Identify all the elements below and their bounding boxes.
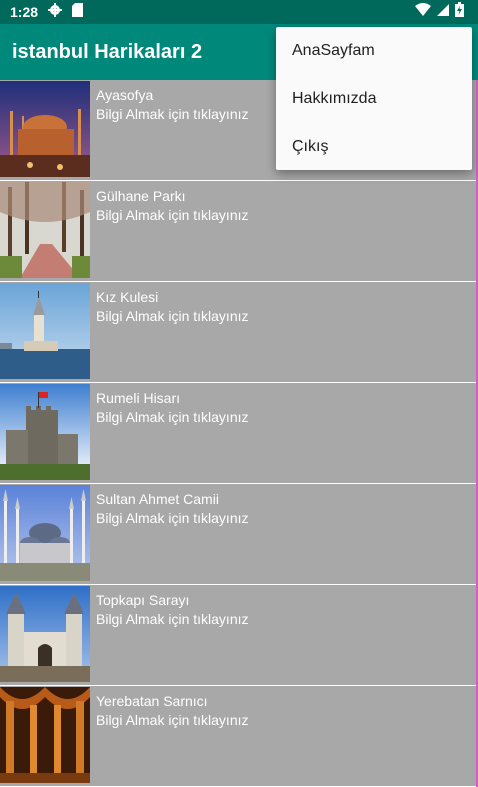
- rumeli-hisari-image: [0, 384, 90, 480]
- list-item-title: Yerebatan Sarnıcı: [96, 693, 208, 709]
- status-time: 1:28: [10, 4, 39, 20]
- list-item-subtitle: Bilgi Almak için tıklayınız: [96, 308, 249, 324]
- gulhane-park-image: [0, 182, 90, 278]
- battery-icon: [455, 2, 464, 22]
- list-item[interactable]: Topkapı Sarayı Bilgi Almak için tıklayın…: [0, 585, 476, 686]
- ayasofya-image: [0, 81, 90, 177]
- list-item-title: Sultan Ahmet Camii: [96, 491, 219, 507]
- sultan-ahmet-camii-image: [0, 485, 90, 581]
- list-item-subtitle: Bilgi Almak için tıklayınız: [96, 611, 249, 627]
- list-item-subtitle: Bilgi Almak için tıklayınız: [96, 207, 249, 223]
- list-item-title: Kız Kulesi: [96, 289, 159, 305]
- yerebatan-sarnici-image: [0, 687, 90, 783]
- overflow-menu: AnaSayfam Hakkımızda Çıkış: [276, 27, 472, 170]
- list-item[interactable]: Gülhane Parkı Bilgi Almak için tıklayını…: [0, 181, 476, 282]
- list-item[interactable]: Kız Kulesi Bilgi Almak için tıklayınız: [0, 282, 476, 383]
- sd-card-icon: [72, 2, 84, 22]
- list-item-title: Rumeli Hisarı: [96, 390, 181, 406]
- list-item[interactable]: Rumeli Hisarı Bilgi Almak için tıklayını…: [0, 383, 476, 484]
- menu-item-anasayfam[interactable]: AnaSayfam: [276, 27, 472, 75]
- list-item-subtitle: Bilgi Almak için tıklayınız: [96, 409, 249, 425]
- list-item[interactable]: Yerebatan Sarnıcı Bilgi Almak için tıkla…: [0, 686, 476, 787]
- wifi-icon: [415, 3, 431, 21]
- menu-item-hakkimizda[interactable]: Hakkımızda: [276, 75, 472, 123]
- kiz-kulesi-image: [0, 283, 90, 379]
- list-item-title: Topkapı Sarayı: [96, 592, 190, 608]
- list-item-subtitle: Bilgi Almak için tıklayınız: [96, 712, 249, 728]
- list-item-title: Gülhane Parkı: [96, 188, 186, 204]
- list-item-title: Ayasofya: [96, 87, 154, 103]
- list-item-subtitle: Bilgi Almak için tıklayınız: [96, 106, 249, 122]
- app-title: istanbul Harikaları 2: [12, 40, 203, 63]
- list-item-subtitle: Bilgi Almak için tıklayınız: [96, 510, 249, 526]
- list-item[interactable]: Sultan Ahmet Camii Bilgi Almak için tıkl…: [0, 484, 476, 585]
- landmark-list[interactable]: Ayasofya Bilgi Almak için tıklayınız Gül…: [0, 80, 478, 787]
- topkapi-sarayi-image: [0, 586, 90, 682]
- status-bar: 1:28: [0, 0, 478, 24]
- menu-item-cikis[interactable]: Çıkış: [276, 123, 472, 171]
- cell-signal-icon: [437, 3, 449, 21]
- settings-icon: [48, 2, 63, 22]
